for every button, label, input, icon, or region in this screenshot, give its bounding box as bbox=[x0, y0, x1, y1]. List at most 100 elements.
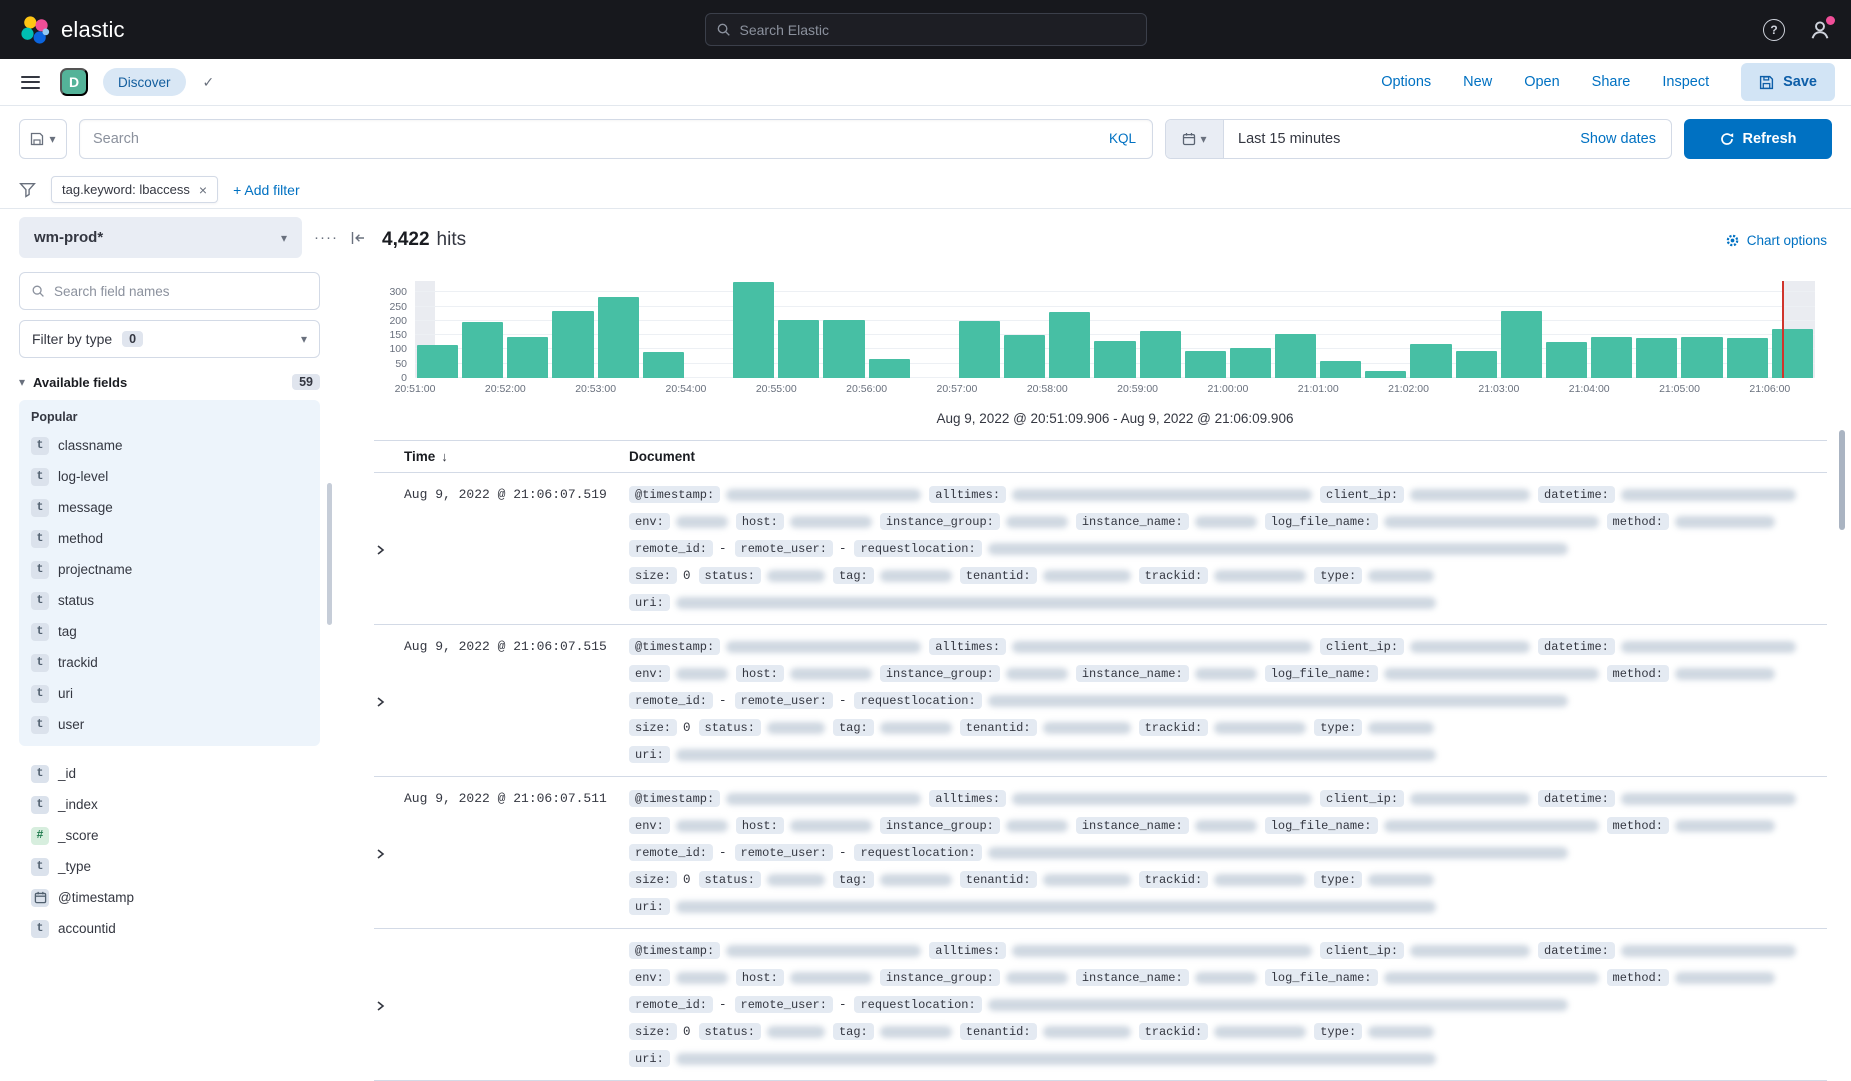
histogram-bar[interactable] bbox=[1634, 281, 1679, 378]
remove-filter-icon[interactable]: × bbox=[199, 183, 207, 197]
histogram-bar[interactable] bbox=[641, 281, 686, 378]
histogram-bar[interactable] bbox=[1228, 281, 1273, 378]
filter-by-type-label: Filter by type bbox=[32, 331, 112, 347]
help-icon[interactable]: ? bbox=[1763, 19, 1785, 41]
index-pattern-switcher[interactable]: wm-prod* ▾ bbox=[19, 217, 302, 258]
global-search[interactable] bbox=[705, 13, 1147, 46]
field-search[interactable] bbox=[19, 272, 320, 310]
expand-row-icon[interactable] bbox=[374, 637, 404, 764]
global-search-input[interactable] bbox=[740, 22, 1136, 38]
menu-icon[interactable] bbox=[16, 71, 45, 94]
breadcrumb[interactable]: Discover bbox=[103, 68, 186, 96]
bar-fill bbox=[1275, 334, 1316, 378]
histogram-bar[interactable] bbox=[1408, 281, 1453, 378]
refresh-button[interactable]: Refresh bbox=[1684, 119, 1832, 159]
field-item-_id[interactable]: t_id bbox=[28, 758, 311, 789]
histogram-bar[interactable] bbox=[1363, 281, 1408, 378]
field-search-input[interactable] bbox=[54, 284, 308, 299]
expand-row-icon[interactable] bbox=[374, 485, 404, 612]
add-filter-button[interactable]: + Add filter bbox=[233, 182, 300, 198]
document-field: remote_id:- bbox=[629, 844, 727, 861]
header-link-open[interactable]: Open bbox=[1524, 74, 1559, 90]
saved-query-menu-button[interactable]: ▾ bbox=[19, 119, 67, 159]
show-dates-link[interactable]: Show dates bbox=[1580, 131, 1671, 147]
histogram-bar[interactable] bbox=[1454, 281, 1499, 378]
expand-row-icon[interactable] bbox=[374, 789, 404, 916]
field-item-method[interactable]: tmethod bbox=[28, 523, 311, 554]
histogram-bar[interactable] bbox=[1499, 281, 1544, 378]
header-link-options[interactable]: Options bbox=[1381, 74, 1431, 90]
save-button[interactable]: Save bbox=[1741, 63, 1835, 101]
user-menu-icon[interactable] bbox=[1809, 19, 1831, 41]
document-field: instance_name: bbox=[1076, 817, 1257, 834]
table-scrollbar-thumb[interactable] bbox=[1839, 430, 1845, 530]
brand[interactable]: elastic bbox=[20, 15, 125, 45]
sidebar-scrollbar-thumb[interactable] bbox=[327, 483, 332, 625]
collapse-sidebar-icon[interactable] bbox=[350, 230, 366, 246]
histogram-bar[interactable] bbox=[912, 281, 957, 378]
field-item-status[interactable]: tstatus bbox=[28, 585, 311, 616]
histogram-bar[interactable] bbox=[415, 281, 460, 378]
field-item-projectname[interactable]: tprojectname bbox=[28, 554, 311, 585]
field-item-@timestamp[interactable]: @timestamp bbox=[28, 882, 311, 913]
field-item-user[interactable]: tuser bbox=[28, 709, 311, 740]
histogram-bar[interactable] bbox=[1047, 281, 1092, 378]
expand-row-icon[interactable] bbox=[374, 941, 404, 1068]
query-input[interactable] bbox=[93, 131, 1093, 147]
histogram-bar[interactable] bbox=[1770, 281, 1815, 378]
bar-fill bbox=[1727, 338, 1768, 378]
histogram-bar[interactable] bbox=[1318, 281, 1363, 378]
header-link-new[interactable]: New bbox=[1463, 74, 1492, 90]
field-item-_type[interactable]: t_type bbox=[28, 851, 311, 882]
redacted-field-value bbox=[988, 543, 1568, 555]
available-fields-accordion[interactable]: ▾ Available fields 59 bbox=[19, 374, 320, 390]
field-item-uri[interactable]: turi bbox=[28, 678, 311, 709]
chart-options-label: Chart options bbox=[1747, 233, 1827, 248]
filter-pill[interactable]: tag.keyword: lbaccess × bbox=[51, 176, 218, 203]
header-link-share[interactable]: Share bbox=[1592, 74, 1631, 90]
quick-select-calendar-icon[interactable]: ▾ bbox=[1166, 120, 1224, 158]
histogram-bar[interactable] bbox=[686, 281, 731, 378]
field-item-message[interactable]: tmessage bbox=[28, 492, 311, 523]
space-avatar[interactable]: D bbox=[60, 68, 88, 96]
field-item-_score[interactable]: #_score bbox=[28, 820, 311, 851]
header-link-inspect[interactable]: Inspect bbox=[1662, 74, 1709, 90]
query-input-wrap[interactable]: KQL bbox=[79, 119, 1153, 159]
field-item-accountid[interactable]: taccountid bbox=[28, 913, 311, 944]
field-item-log-level[interactable]: tlog-level bbox=[28, 461, 311, 492]
field-name-badge: instance_name: bbox=[1076, 665, 1189, 682]
document-field: tenantid: bbox=[960, 1023, 1131, 1040]
histogram-bar[interactable] bbox=[1589, 281, 1634, 378]
chart-options-button[interactable]: Chart options bbox=[1725, 233, 1827, 248]
time-column-header[interactable]: Time ↓ bbox=[404, 449, 629, 464]
histogram-bar[interactable] bbox=[550, 281, 595, 378]
histogram-bar[interactable] bbox=[1544, 281, 1589, 378]
field-item-classname[interactable]: tclassname bbox=[28, 430, 311, 461]
histogram-bar[interactable] bbox=[1273, 281, 1318, 378]
time-range-value[interactable]: Last 15 minutes bbox=[1224, 131, 1340, 147]
field-item-_index[interactable]: t_index bbox=[28, 789, 311, 820]
histogram-bar[interactable] bbox=[731, 281, 776, 378]
redacted-field-value bbox=[1675, 972, 1775, 984]
field-filters-ellipsis-icon[interactable]: ···· bbox=[314, 229, 338, 246]
filter-by-type-control[interactable]: Filter by type 0 ▾ bbox=[19, 320, 320, 358]
histogram-bar[interactable] bbox=[1725, 281, 1770, 378]
histogram-bar[interactable] bbox=[596, 281, 641, 378]
histogram-bar[interactable] bbox=[1002, 281, 1047, 378]
histogram-bar[interactable] bbox=[460, 281, 505, 378]
histogram-bar[interactable] bbox=[505, 281, 550, 378]
histogram-bar[interactable] bbox=[1679, 281, 1724, 378]
histogram-bar[interactable] bbox=[821, 281, 866, 378]
histogram-bar[interactable] bbox=[1183, 281, 1228, 378]
x-axis-tick-label: 20:54:00 bbox=[666, 383, 707, 395]
histogram-bar[interactable] bbox=[776, 281, 821, 378]
query-language-button[interactable]: KQL bbox=[1093, 120, 1152, 158]
popular-fields-group: Popular tclassnametlog-leveltmessagetmet… bbox=[19, 400, 320, 746]
field-item-tag[interactable]: ttag bbox=[28, 616, 311, 647]
field-item-trackid[interactable]: ttrackid bbox=[28, 647, 311, 678]
histogram-bar[interactable] bbox=[1092, 281, 1137, 378]
histogram-bar[interactable] bbox=[867, 281, 912, 378]
sort-desc-icon[interactable]: ↓ bbox=[441, 449, 448, 464]
histogram-bar[interactable] bbox=[957, 281, 1002, 378]
histogram-bar[interactable] bbox=[1138, 281, 1183, 378]
